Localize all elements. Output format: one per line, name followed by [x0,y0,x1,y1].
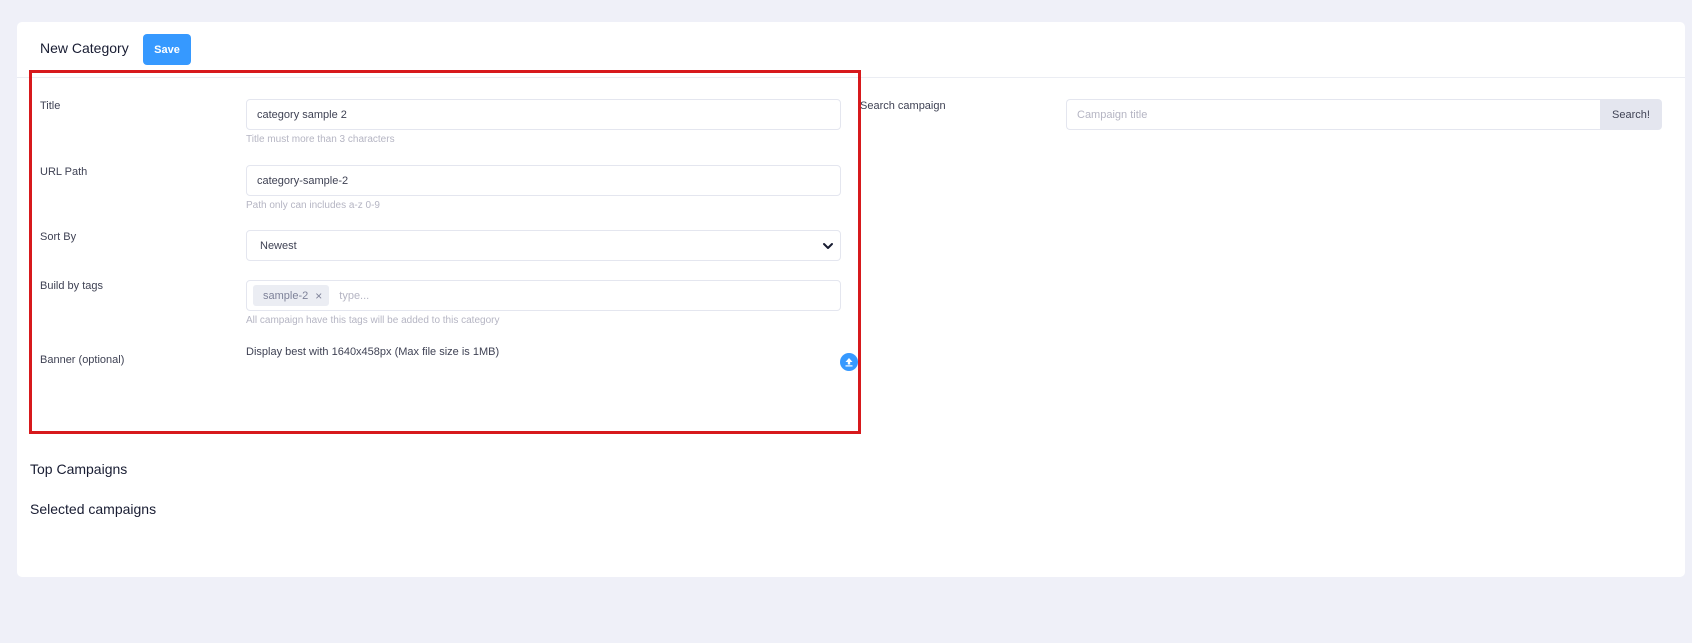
page-title: New Category [40,40,129,56]
title-input[interactable]: category sample 2 [246,99,841,130]
title-label: Title [40,100,61,112]
tags-hint: All campaign have this tags will be adde… [246,315,500,326]
tag-chip: sample-2 × [253,285,330,306]
tags-label: Build by tags [40,280,103,292]
tags-placeholder: type... [339,289,370,302]
category-card: New Category Save Title category sample … [17,22,1685,577]
selected-campaigns-heading: Selected campaigns [30,501,157,517]
banner-info: Display best with 1640x458px (Max file s… [246,346,500,358]
url-path-hint: Path only can includes a-z 0-9 [246,200,380,211]
tag-chip-label: sample-2 [263,289,309,302]
close-icon[interactable]: × [315,289,322,303]
title-hint: Title must more than 3 characters [246,134,395,145]
search-button[interactable]: Search! [1600,99,1662,130]
url-path-label: URL Path [40,166,88,178]
sort-by-value: Newest [260,239,297,252]
upload-icon [845,358,853,367]
banner-label: Banner (optional) [40,354,125,366]
chevron-down-icon [823,243,833,249]
upload-button[interactable] [840,353,858,371]
search-group: Search! [1066,99,1662,130]
tags-input[interactable]: sample-2 × type... [246,280,841,311]
sort-by-select[interactable]: Newest [246,230,841,261]
sort-by-label: Sort By [40,231,77,243]
top-campaigns-heading: Top Campaigns [30,461,128,477]
save-button[interactable]: Save [143,34,191,65]
search-input[interactable] [1066,99,1600,130]
url-path-input[interactable]: category-sample-2 [246,165,841,196]
search-campaign-label: Search campaign [860,100,946,112]
